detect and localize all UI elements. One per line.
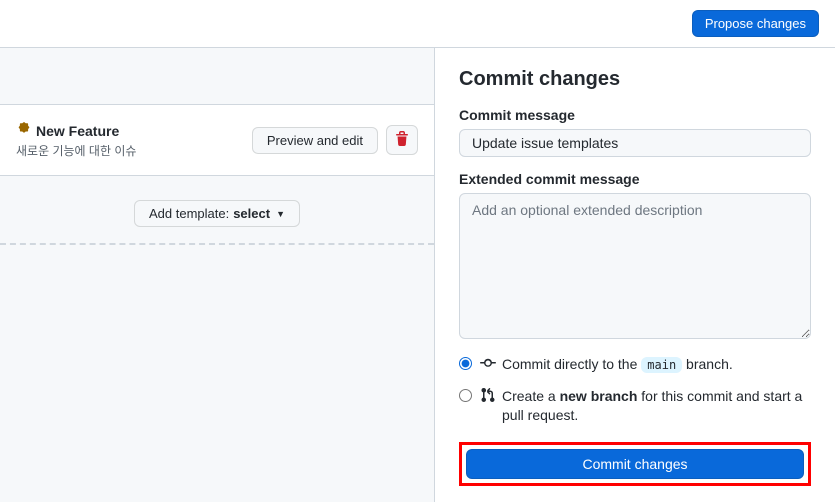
- commit-message-input[interactable]: [459, 129, 811, 157]
- add-template-button[interactable]: Add template: select ▼: [134, 200, 300, 227]
- radio-new-branch[interactable]: Create a new branch for this commit and …: [459, 387, 811, 426]
- radio-commit-direct[interactable]: Commit directly to the main branch.: [459, 355, 811, 377]
- templates-column: New Feature 새로운 기능에 대한 이슈 Preview and ed…: [0, 48, 435, 502]
- radio-direct-text: Commit directly to the main branch.: [502, 355, 733, 375]
- branch-code-tag: main: [641, 357, 682, 373]
- extended-message-textarea[interactable]: [459, 193, 811, 339]
- radio-new-branch-input[interactable]: [459, 389, 472, 402]
- git-commit-icon: [480, 355, 496, 377]
- radio-commit-direct-input[interactable]: [459, 357, 472, 370]
- commit-changes-button[interactable]: Commit changes: [466, 449, 804, 479]
- main-content: New Feature 새로운 기능에 대한 이슈 Preview and ed…: [0, 48, 835, 502]
- template-info: New Feature 새로운 기능에 대한 이슈: [16, 121, 136, 159]
- template-description: 새로운 기능에 대한 이슈: [16, 142, 136, 159]
- add-template-prefix: Add template:: [149, 206, 229, 221]
- template-actions: Preview and edit: [252, 125, 418, 155]
- delete-template-button[interactable]: [386, 125, 418, 155]
- git-pull-request-icon: [480, 387, 496, 409]
- propose-changes-button[interactable]: Propose changes: [692, 10, 819, 37]
- trash-icon: [394, 131, 410, 150]
- add-template-select: select: [233, 206, 270, 221]
- commit-panel-heading: Commit changes: [459, 68, 811, 91]
- commit-message-label: Commit message: [459, 107, 811, 123]
- caret-down-icon: ▼: [276, 209, 285, 219]
- radio-newbranch-text: Create a new branch for this commit and …: [502, 387, 811, 426]
- top-bar: Propose changes: [0, 0, 835, 48]
- commit-panel: Commit changes Commit message Extended c…: [435, 48, 835, 502]
- add-template-row: Add template: select ▼: [0, 176, 434, 245]
- template-title: New Feature: [36, 123, 119, 139]
- template-title-row: New Feature: [16, 121, 136, 140]
- preview-edit-button[interactable]: Preview and edit: [252, 127, 378, 154]
- extended-message-label: Extended commit message: [459, 171, 811, 187]
- template-card: New Feature 새로운 기능에 대한 이슈 Preview and ed…: [0, 104, 434, 176]
- sparkle-icon: [16, 121, 32, 140]
- commit-button-highlight: Commit changes: [459, 442, 811, 486]
